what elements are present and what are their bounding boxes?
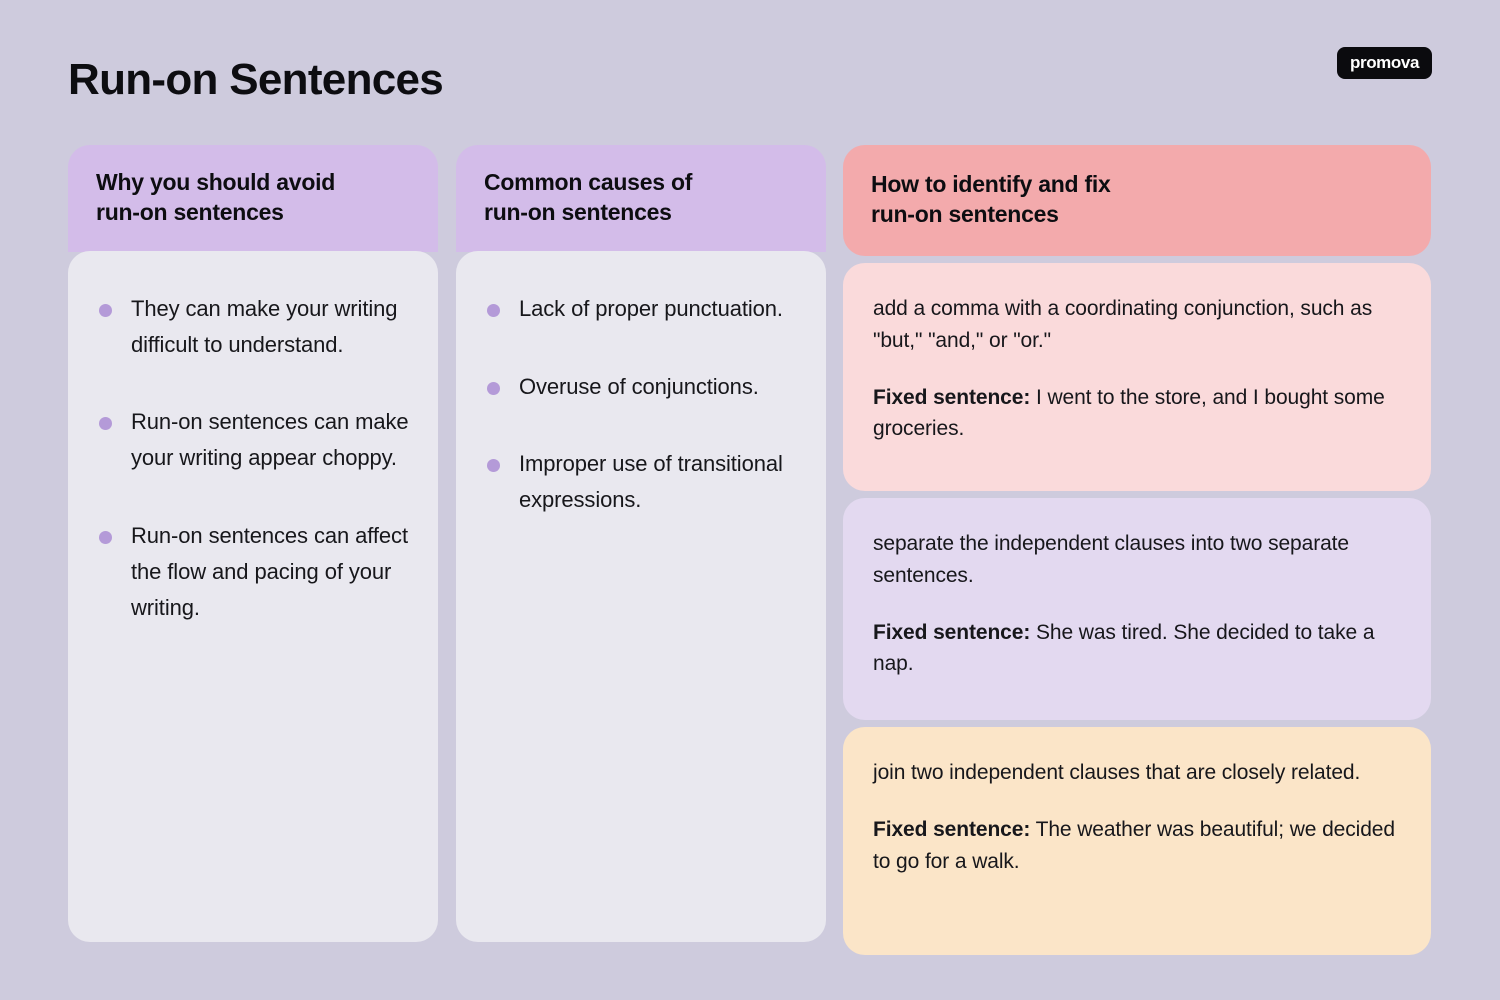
bullet-list-why-avoid: They can make your writing difficult to …: [94, 291, 410, 626]
infographic-board: Why you should avoid run-on sentences Th…: [0, 0, 1500, 1000]
list-item: Lack of proper punctuation.: [482, 291, 798, 327]
list-item: Run-on sentences can make your writing a…: [94, 404, 410, 476]
column-common-causes: Common causes of run-on sentences Lack o…: [456, 145, 826, 942]
list-item: Run-on sentences can affect the flow and…: [94, 518, 410, 626]
bullet-dot-icon: [99, 417, 112, 431]
fix-card-description: add a comma with a coordinating conjunct…: [873, 296, 1373, 352]
column-header-line-1: Why you should avoid: [96, 169, 336, 195]
column-header-line-1: How to identify and fix: [871, 171, 1111, 197]
column-body-why-avoid: They can make your writing difficult to …: [68, 250, 438, 942]
fix-card-description: join two independent clauses that are cl…: [873, 760, 1361, 784]
column-header-line-1: Common causes of: [484, 169, 693, 195]
column-header-how-to-fix: How to identify and fix run-on sentences: [843, 145, 1431, 256]
column-body-common-causes: Lack of proper punctuation. Overuse of c…: [456, 250, 826, 942]
list-item-text: Run-on sentences can make your writing a…: [131, 409, 409, 471]
bullet-dot-icon: [487, 459, 500, 473]
column-header-line-2: run-on sentences: [484, 199, 672, 226]
bullet-dot-icon: [487, 381, 500, 395]
fix-card-separate-sentences: separate the independent clauses into tw…: [843, 497, 1431, 720]
column-how-to-fix: How to identify and fix run-on sentences…: [843, 145, 1431, 955]
bullet-dot-icon: [487, 303, 500, 317]
fix-card-example: Fixed sentence: The weather was beautifu…: [873, 814, 1399, 878]
list-item-text: Run-on sentences can affect the flow and…: [131, 523, 408, 620]
column-header-why-avoid: Why you should avoid run-on sentences: [68, 145, 438, 252]
fix-card-description: separate the independent clauses into tw…: [873, 531, 1350, 587]
fix-card-comma-conjunction: add a comma with a coordinating conjunct…: [843, 262, 1431, 491]
bullet-list-common-causes: Lack of proper punctuation. Overuse of c…: [482, 291, 798, 518]
column-why-avoid: Why you should avoid run-on sentences Th…: [68, 145, 438, 942]
fix-card-example: Fixed sentence: She was tired. She decid…: [873, 617, 1399, 681]
column-header-line-2: run-on sentences: [96, 199, 284, 226]
list-item-text: They can make your writing difficult to …: [131, 295, 398, 357]
list-item-text: Lack of proper punctuation.: [519, 295, 783, 321]
fixed-sentence-label: Fixed sentence:: [873, 385, 1031, 409]
list-item-text: Improper use of transitional expressions…: [519, 451, 783, 513]
column-header-line-2: run-on sentences: [871, 201, 1059, 228]
fix-card-semicolon-join: join two independent clauses that are cl…: [843, 726, 1431, 955]
fixed-sentence-label: Fixed sentence:: [873, 620, 1031, 644]
list-item: Overuse of conjunctions.: [482, 369, 798, 405]
fix-card-example: Fixed sentence: I went to the store, and…: [873, 382, 1399, 446]
list-item: They can make your writing difficult to …: [94, 291, 410, 363]
fixed-sentence-label: Fixed sentence:: [873, 817, 1031, 841]
bullet-dot-icon: [99, 303, 112, 317]
list-item: Improper use of transitional expressions…: [482, 446, 798, 518]
list-item-text: Overuse of conjunctions.: [519, 373, 759, 399]
column-header-common-causes: Common causes of run-on sentences: [456, 145, 826, 252]
bullet-dot-icon: [99, 531, 112, 545]
